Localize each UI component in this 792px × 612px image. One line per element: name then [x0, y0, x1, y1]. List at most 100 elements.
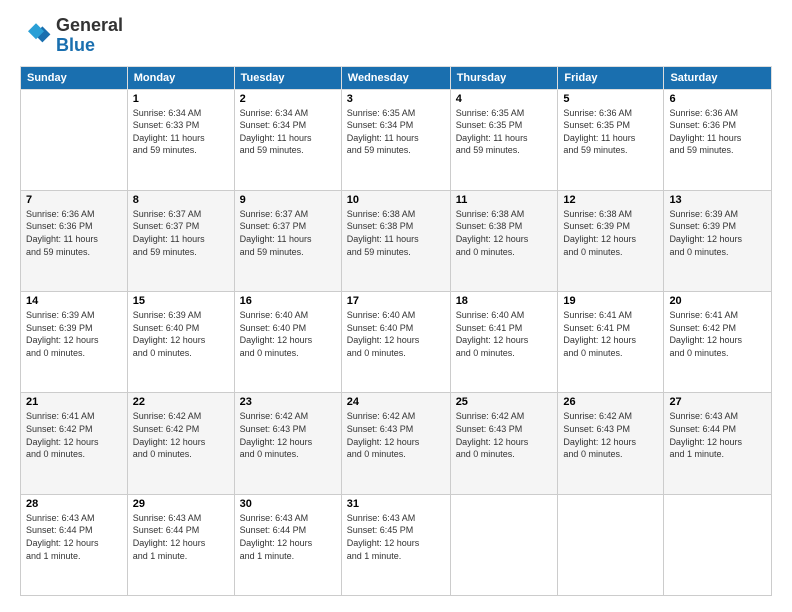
day-header-saturday: Saturday	[664, 66, 772, 89]
week-row-1: 1Sunrise: 6:34 AM Sunset: 6:33 PM Daylig…	[21, 89, 772, 190]
day-number: 7	[26, 194, 122, 206]
day-header-monday: Monday	[127, 66, 234, 89]
day-header-thursday: Thursday	[450, 66, 558, 89]
day-number: 17	[347, 295, 445, 307]
day-number: 23	[240, 396, 336, 408]
calendar-cell: 11 Sunrise: 6:38 AM Sunset: 6:38 PM Dayli…	[450, 190, 558, 291]
day-info: Sunrise: 6:36 AM Sunset: 6:35 PM Dayligh…	[563, 107, 658, 157]
calendar-cell: 20 Sunrise: 6:41 AM Sunset: 6:42 PM Dayli…	[664, 292, 772, 393]
calendar-cell: 22Sunrise: 6:42 AM Sunset: 6:42 PM Dayli…	[127, 393, 234, 494]
day-number: 28	[26, 498, 122, 510]
logo-text-general: General	[56, 16, 123, 36]
header: General Blue	[20, 16, 772, 56]
calendar-cell: 2 Sunrise: 6:34 AM Sunset: 6:34 PM Daylig…	[234, 89, 341, 190]
calendar-cell: 31 Sunrise: 6:43 AM Sunset: 6:45 PM Dayli…	[341, 494, 450, 595]
day-number: 14	[26, 295, 122, 307]
day-header-wednesday: Wednesday	[341, 66, 450, 89]
calendar-cell	[664, 494, 772, 595]
calendar-cell: 16 Sunrise: 6:40 AM Sunset: 6:40 PM Dayli…	[234, 292, 341, 393]
week-row-3: 14 Sunrise: 6:39 AM Sunset: 6:39 PM Dayli…	[21, 292, 772, 393]
day-info: Sunrise: 6:38 AM Sunset: 6:39 PM Dayligh…	[563, 208, 658, 258]
logo-text-blue: Blue	[56, 36, 123, 56]
day-info: Sunrise: 6:43 AM Sunset: 6:45 PM Dayligh…	[347, 512, 445, 562]
day-number: 29	[133, 498, 229, 510]
day-number: 4	[456, 93, 553, 105]
calendar-cell: 21 Sunrise: 6:41 AM Sunset: 6:42 PM Dayli…	[21, 393, 128, 494]
calendar-cell: 23 Sunrise: 6:42 AM Sunset: 6:43 PM Dayli…	[234, 393, 341, 494]
day-info: Sunrise: 6:34 AM Sunset: 6:34 PM Dayligh…	[240, 107, 336, 157]
calendar-cell	[450, 494, 558, 595]
calendar-cell: 26 Sunrise: 6:42 AM Sunset: 6:43 PM Dayli…	[558, 393, 664, 494]
calendar-cell: 1Sunrise: 6:34 AM Sunset: 6:33 PM Daylig…	[127, 89, 234, 190]
week-row-5: 28 Sunrise: 6:43 AM Sunset: 6:44 PM Dayli…	[21, 494, 772, 595]
day-number: 25	[456, 396, 553, 408]
day-info: Sunrise: 6:42 AM Sunset: 6:43 PM Dayligh…	[563, 410, 658, 460]
day-info: Sunrise: 6:38 AM Sunset: 6:38 PM Dayligh…	[456, 208, 553, 258]
day-number: 26	[563, 396, 658, 408]
day-info: Sunrise: 6:41 AM Sunset: 6:42 PM Dayligh…	[669, 309, 766, 359]
calendar-cell	[21, 89, 128, 190]
day-number: 12	[563, 194, 658, 206]
day-info: Sunrise: 6:39 AM Sunset: 6:40 PM Dayligh…	[133, 309, 229, 359]
calendar-cell: 25 Sunrise: 6:42 AM Sunset: 6:43 PM Dayli…	[450, 393, 558, 494]
day-number: 9	[240, 194, 336, 206]
calendar-cell: 19 Sunrise: 6:41 AM Sunset: 6:41 PM Dayli…	[558, 292, 664, 393]
day-info: Sunrise: 6:42 AM Sunset: 6:43 PM Dayligh…	[240, 410, 336, 460]
calendar-cell: 13 Sunrise: 6:39 AM Sunset: 6:39 PM Dayli…	[664, 190, 772, 291]
calendar-cell: 12 Sunrise: 6:38 AM Sunset: 6:39 PM Dayli…	[558, 190, 664, 291]
day-header-friday: Friday	[558, 66, 664, 89]
calendar-table: SundayMondayTuesdayWednesdayThursdayFrid…	[20, 66, 772, 596]
calendar-cell: 15 Sunrise: 6:39 AM Sunset: 6:40 PM Dayli…	[127, 292, 234, 393]
calendar-cell: 18 Sunrise: 6:40 AM Sunset: 6:41 PM Dayli…	[450, 292, 558, 393]
day-header-sunday: Sunday	[21, 66, 128, 89]
day-number: 11	[456, 194, 553, 206]
day-info: Sunrise: 6:43 AM Sunset: 6:44 PM Dayligh…	[133, 512, 229, 562]
day-info: Sunrise: 6:42 AM Sunset: 6:43 PM Dayligh…	[456, 410, 553, 460]
calendar-cell: 3Sunrise: 6:35 AM Sunset: 6:34 PM Daylig…	[341, 89, 450, 190]
day-number: 15	[133, 295, 229, 307]
day-number: 21	[26, 396, 122, 408]
day-number: 5	[563, 93, 658, 105]
header-row: SundayMondayTuesdayWednesdayThursdayFrid…	[21, 66, 772, 89]
calendar-cell: 28 Sunrise: 6:43 AM Sunset: 6:44 PM Dayli…	[21, 494, 128, 595]
day-number: 8	[133, 194, 229, 206]
calendar-cell	[558, 494, 664, 595]
day-number: 18	[456, 295, 553, 307]
day-number: 24	[347, 396, 445, 408]
day-info: Sunrise: 6:42 AM Sunset: 6:42 PM Dayligh…	[133, 410, 229, 460]
day-info: Sunrise: 6:40 AM Sunset: 6:41 PM Dayligh…	[456, 309, 553, 359]
day-number: 27	[669, 396, 766, 408]
day-info: Sunrise: 6:42 AM Sunset: 6:43 PM Dayligh…	[347, 410, 445, 460]
logo-icon	[20, 20, 52, 52]
calendar-cell: 14 Sunrise: 6:39 AM Sunset: 6:39 PM Dayli…	[21, 292, 128, 393]
day-info: Sunrise: 6:41 AM Sunset: 6:42 PM Dayligh…	[26, 410, 122, 460]
day-number: 19	[563, 295, 658, 307]
week-row-2: 7Sunrise: 6:36 AM Sunset: 6:36 PM Daylig…	[21, 190, 772, 291]
day-info: Sunrise: 6:36 AM Sunset: 6:36 PM Dayligh…	[669, 107, 766, 157]
calendar-cell: 4 Sunrise: 6:35 AM Sunset: 6:35 PM Daylig…	[450, 89, 558, 190]
day-number: 31	[347, 498, 445, 510]
calendar-cell: 27Sunrise: 6:43 AM Sunset: 6:44 PM Dayli…	[664, 393, 772, 494]
calendar-cell: 10Sunrise: 6:38 AM Sunset: 6:38 PM Dayli…	[341, 190, 450, 291]
day-number: 20	[669, 295, 766, 307]
day-info: Sunrise: 6:43 AM Sunset: 6:44 PM Dayligh…	[26, 512, 122, 562]
logo: General Blue	[20, 16, 123, 56]
calendar-cell: 5 Sunrise: 6:36 AM Sunset: 6:35 PM Daylig…	[558, 89, 664, 190]
day-info: Sunrise: 6:35 AM Sunset: 6:34 PM Dayligh…	[347, 107, 445, 157]
day-info: Sunrise: 6:34 AM Sunset: 6:33 PM Dayligh…	[133, 107, 229, 157]
page: General Blue SundayMondayTuesdayWednesda…	[0, 0, 792, 612]
calendar-cell: 9Sunrise: 6:37 AM Sunset: 6:37 PM Daylig…	[234, 190, 341, 291]
day-number: 13	[669, 194, 766, 206]
day-info: Sunrise: 6:40 AM Sunset: 6:40 PM Dayligh…	[240, 309, 336, 359]
day-number: 30	[240, 498, 336, 510]
calendar-cell: 8Sunrise: 6:37 AM Sunset: 6:37 PM Daylig…	[127, 190, 234, 291]
calendar-cell: 24 Sunrise: 6:42 AM Sunset: 6:43 PM Dayli…	[341, 393, 450, 494]
day-info: Sunrise: 6:41 AM Sunset: 6:41 PM Dayligh…	[563, 309, 658, 359]
day-info: Sunrise: 6:35 AM Sunset: 6:35 PM Dayligh…	[456, 107, 553, 157]
day-info: Sunrise: 6:39 AM Sunset: 6:39 PM Dayligh…	[669, 208, 766, 258]
day-info: Sunrise: 6:39 AM Sunset: 6:39 PM Dayligh…	[26, 309, 122, 359]
day-number: 2	[240, 93, 336, 105]
day-number: 16	[240, 295, 336, 307]
calendar-cell: 30Sunrise: 6:43 AM Sunset: 6:44 PM Dayli…	[234, 494, 341, 595]
day-number: 10	[347, 194, 445, 206]
